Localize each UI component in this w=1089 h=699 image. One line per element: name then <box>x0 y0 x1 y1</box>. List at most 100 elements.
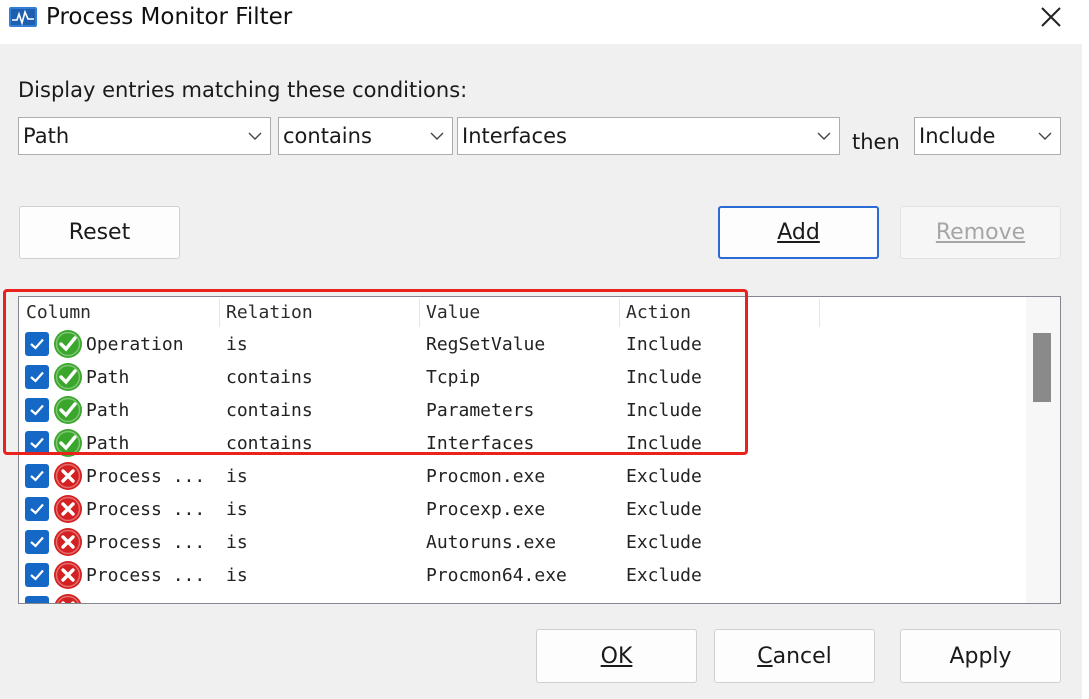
include-icon <box>53 395 83 425</box>
table-row[interactable]: Path contains Tcpip Include <box>19 361 1024 394</box>
row-checkbox[interactable] <box>25 332 49 356</box>
column-header-action[interactable]: Action <box>626 297 691 329</box>
cell-column: Process ... <box>86 466 206 487</box>
apply-button[interactable]: Apply <box>900 629 1061 683</box>
window-title: Process Monitor Filter <box>46 4 293 30</box>
table-row[interactable]: Process ... is Procmon64.exe Exclude <box>19 559 1024 592</box>
check-icon <box>41 602 43 603</box>
check-icon <box>30 470 44 482</box>
add-button[interactable]: Add <box>718 206 879 259</box>
row-checkbox[interactable] <box>25 497 49 521</box>
reset-button[interactable]: Reset <box>19 206 180 259</box>
cell-relation: is <box>226 499 248 520</box>
remove-button[interactable]: Remove <box>900 206 1061 259</box>
column-dropdown[interactable]: Path <box>18 117 271 155</box>
check-icon <box>30 536 44 548</box>
cell-relation: is <box>226 334 248 355</box>
relation-dropdown[interactable]: contains <box>278 117 453 155</box>
ok-button[interactable]: OK <box>536 629 697 683</box>
add-button-label: Add <box>777 220 820 245</box>
check-icon <box>30 371 44 383</box>
cell-value: Interfaces <box>426 433 535 454</box>
exclude-icon <box>53 461 83 491</box>
value-combobox[interactable]: Interfaces <box>457 117 840 155</box>
table-row[interactable]: Process ... is Procmon.exe Exclude <box>19 460 1024 493</box>
row-checkbox[interactable] <box>25 431 49 455</box>
header-divider[interactable] <box>419 299 420 327</box>
chevron-down-icon <box>1038 132 1052 140</box>
relation-dropdown-value: contains <box>283 124 372 148</box>
conditions-label: Display entries matching these condition… <box>18 78 468 102</box>
exclude-icon <box>53 494 83 524</box>
cell-value: Parameters <box>426 400 535 421</box>
check-icon <box>30 569 44 581</box>
check-icon <box>30 404 44 416</box>
cancel-button-mnemonic: C <box>757 643 773 669</box>
cell-value: Tcpip <box>426 367 481 388</box>
column-dropdown-value: Path <box>23 124 70 148</box>
exclude-icon <box>53 527 83 557</box>
then-label: then <box>852 130 900 154</box>
cell-action: Include <box>626 400 702 421</box>
table-row[interactable] <box>19 592 1024 603</box>
row-checkbox[interactable] <box>25 365 49 389</box>
action-dropdown[interactable]: Include <box>914 117 1061 155</box>
column-header-value[interactable]: Value <box>426 297 480 329</box>
window-edge <box>1082 0 1089 699</box>
cell-relation: contains <box>226 400 313 421</box>
cell-relation: is <box>226 466 248 487</box>
table-row[interactable]: Process ... is Procexp.exe Exclude <box>19 493 1024 526</box>
chevron-down-icon <box>430 132 444 140</box>
cell-relation: is <box>226 532 248 553</box>
cell-action: Include <box>626 367 702 388</box>
cancel-button[interactable]: Cancel <box>714 629 875 683</box>
cell-value: Procmon64.exe <box>426 565 567 586</box>
include-icon <box>53 362 83 392</box>
cell-relation: is <box>226 565 248 586</box>
header-divider[interactable] <box>819 299 820 327</box>
row-checkbox[interactable] <box>25 596 49 603</box>
cell-action: Include <box>626 334 702 355</box>
filter-list[interactable]: Column Relation Value Action Operation is… <box>18 296 1061 604</box>
close-button[interactable] <box>1026 0 1076 34</box>
column-header-relation[interactable]: Relation <box>226 297 313 329</box>
cell-column: Path <box>86 433 130 454</box>
chevron-down-icon <box>248 132 262 140</box>
remove-button-label: Remove <box>935 220 1026 245</box>
cell-action: Exclude <box>626 565 702 586</box>
cell-column: Path <box>86 367 130 388</box>
cell-value: Procexp.exe <box>426 499 546 520</box>
table-row[interactable]: Path contains Parameters Include <box>19 394 1024 427</box>
title-bar: Process Monitor Filter <box>0 0 1089 44</box>
close-icon <box>1041 7 1061 27</box>
cancel-button-label: Cancel <box>757 644 832 669</box>
check-icon <box>30 338 44 350</box>
scrollbar-thumb[interactable] <box>1033 333 1051 402</box>
row-checkbox[interactable] <box>25 530 49 554</box>
table-row[interactable]: Path contains Interfaces Include <box>19 427 1024 460</box>
cell-action: Exclude <box>626 532 702 553</box>
row-checkbox[interactable] <box>25 563 49 587</box>
cell-action: Exclude <box>626 499 702 520</box>
cell-column: Process ... <box>86 532 206 553</box>
ok-button-label: OK <box>600 643 633 669</box>
exclude-icon <box>53 593 83 603</box>
include-icon <box>53 428 83 458</box>
cell-relation: contains <box>226 433 313 454</box>
chevron-down-icon <box>817 132 831 140</box>
cell-relation: contains <box>226 367 313 388</box>
action-dropdown-value: Include <box>919 124 996 148</box>
header-divider[interactable] <box>219 299 220 327</box>
column-header-column[interactable]: Column <box>26 297 91 329</box>
table-row[interactable]: Operation is RegSetValue Include <box>19 328 1024 361</box>
check-icon <box>30 503 44 515</box>
check-icon <box>30 437 44 449</box>
header-divider[interactable] <box>619 299 620 327</box>
include-icon <box>53 329 83 359</box>
cell-column: Path <box>86 400 130 421</box>
row-checkbox[interactable] <box>25 398 49 422</box>
cell-value: Autoruns.exe <box>426 532 557 553</box>
table-row[interactable]: Process ... is Autoruns.exe Exclude <box>19 526 1024 559</box>
row-checkbox[interactable] <box>25 464 49 488</box>
cell-action: Exclude <box>626 466 702 487</box>
